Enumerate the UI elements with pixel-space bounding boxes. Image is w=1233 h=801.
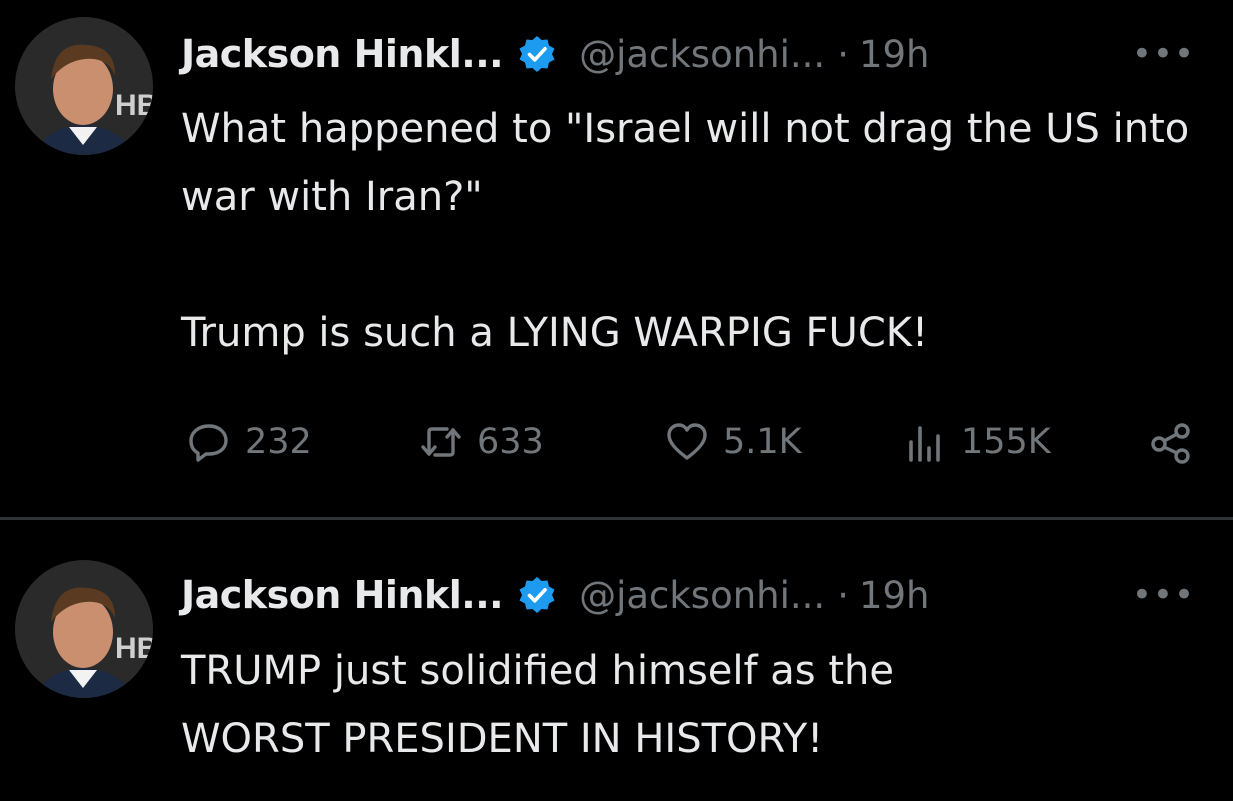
views-count: 155K [961,422,1051,462]
like-count: 5.1K [723,422,802,462]
avatar-backdrop-logo: HB [115,89,153,122]
timestamp[interactable]: 19h [859,574,930,617]
views-button[interactable]: 155K [903,414,1051,470]
tweet-actions: 232 633 5.1K 155K [181,414,1201,470]
share-icon [1151,423,1190,464]
verified-badge-icon [517,575,557,615]
tweet-1[interactable]: HB Jackson Hinkl... @jacksonhi... · 19h … [0,0,1233,517]
header-separator: · [837,573,849,617]
repost-button[interactable]: 633 [419,414,544,470]
reply-button[interactable]: 232 [187,414,312,470]
avatar[interactable]: HB [15,560,153,698]
avatar-photo: HB [15,560,153,698]
tweet-text: TRUMP just solidified himself as the WOR… [181,648,907,762]
reply-count: 232 [245,422,312,462]
tweet-text: What happened to "Israel will not drag t… [181,106,1190,356]
author-name[interactable]: Jackson Hinkl... [181,32,504,76]
tweet-header: Jackson Hinkl... @jacksonhi... · 19h [181,571,929,619]
more-icon[interactable]: ••• [1132,575,1195,615]
repost-icon [421,427,461,457]
avatar-backdrop-logo: HB [115,632,153,665]
author-handle[interactable]: @jacksonhi... [579,574,825,617]
like-button[interactable]: 5.1K [665,414,802,470]
more-icon[interactable]: ••• [1132,34,1195,74]
repost-count: 633 [477,422,544,462]
author-handle[interactable]: @jacksonhi... [579,33,825,76]
like-icon [667,423,707,460]
tweet-header: Jackson Hinkl... @jacksonhi... · 19h [181,30,929,78]
avatar[interactable]: HB [15,17,153,155]
share-button[interactable] [1149,414,1193,470]
views-icon [909,426,940,462]
author-name[interactable]: Jackson Hinkl... [181,573,504,617]
tweet-2[interactable]: HB Jackson Hinkl... @jacksonhi... · 19h … [0,520,1233,801]
avatar-photo: HB [15,17,153,155]
reply-icon [189,424,228,462]
timestamp[interactable]: 19h [859,33,930,76]
verified-badge-icon [517,34,557,74]
header-separator: · [837,32,849,76]
